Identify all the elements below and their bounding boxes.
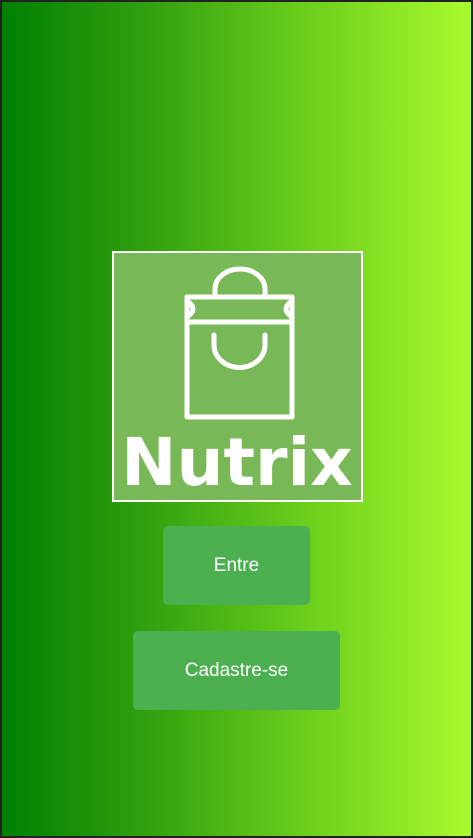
login-button[interactable]: Entre	[163, 526, 310, 605]
logo-text: Nutrix	[121, 424, 353, 500]
welcome-screen: Nutrix Entre Cadastre-se	[2, 2, 471, 836]
signup-button[interactable]: Cadastre-se	[133, 631, 340, 710]
nutrix-logo: Nutrix	[112, 251, 363, 502]
shopping-bag-icon: Nutrix	[121, 266, 353, 500]
